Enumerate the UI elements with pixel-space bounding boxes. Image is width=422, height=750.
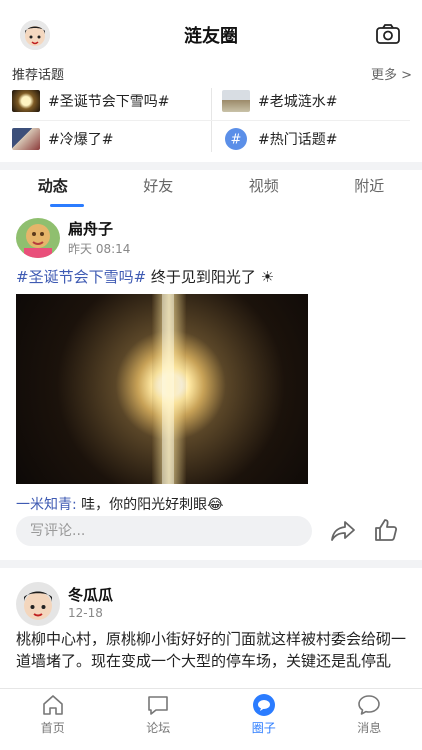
avatar-icon (16, 582, 60, 626)
circle-chat-icon (252, 694, 275, 716)
topics-row-divider (12, 120, 410, 121)
nav-label: 论坛 (146, 721, 171, 735)
tab-activity[interactable]: 动态 (0, 170, 106, 208)
bottom-nav: 首页 论坛 圈子 消息 (0, 688, 422, 750)
active-tab-indicator (50, 204, 84, 207)
nav-label: 消息 (357, 721, 382, 735)
topics-more-link[interactable]: 更多 > (371, 64, 412, 83)
post-author-name[interactable]: 冬瓜瓜 (68, 584, 113, 605)
nav-label: 圈子 (251, 721, 276, 735)
topic-thumbnail (222, 90, 250, 112)
camera-icon[interactable] (376, 24, 400, 44)
comment-author[interactable]: 一米知青: (16, 497, 77, 513)
post-author-avatar[interactable] (16, 582, 60, 626)
topics-heading: 推荐话题 (12, 68, 65, 83)
post-text: 终于见到阳光了 ☀ (146, 268, 275, 286)
post-topic-link[interactable]: #圣诞节会下雪吗# (16, 268, 146, 286)
tab-nearby[interactable]: 附近 (317, 170, 422, 208)
svg-text:#: # (231, 133, 242, 148)
nav-messages[interactable]: 消息 (317, 689, 422, 750)
app-header: 涟友圈 (0, 0, 422, 66)
share-icon[interactable] (330, 520, 356, 542)
nav-forum[interactable]: 论坛 (106, 689, 212, 750)
post-card: 扁舟子 昨天 08:14 #圣诞节会下雪吗# 终于见到阳光了 ☀ 一米知青: 哇… (0, 208, 422, 560)
post-author-avatar[interactable] (16, 218, 60, 258)
post-timestamp: 昨天 08:14 (68, 242, 131, 256)
topic-label: #冷爆了# (48, 132, 114, 148)
tab-friends[interactable]: 好友 (106, 170, 212, 208)
topic-item-hot[interactable]: # #热门话题# (222, 124, 337, 154)
forum-icon (148, 696, 169, 715)
feed-tabs: 动态 好友 视频 附近 (0, 170, 422, 208)
page-title: 涟友圈 (184, 26, 238, 47)
topic-item-cold[interactable]: #冷爆了# (12, 124, 113, 154)
nav-circle[interactable]: 圈子 (211, 689, 317, 750)
post-comment: 一米知青: 哇，你的阳光好刺眼😂 (16, 494, 224, 514)
recommended-topics: 推荐话题 更多 > #圣诞节会下雪吗# #老城涟水# #冷爆了# # #热门话题… (0, 58, 422, 162)
topic-thumbnail (12, 90, 40, 112)
topic-label: #老城涟水# (258, 94, 338, 110)
home-icon (42, 695, 63, 715)
topic-label: #圣诞节会下雪吗# (48, 94, 170, 110)
post-content: 桃柳中心村，原桃柳小街好好的门面就这样被村委会给砌一道墙堵了。现在变成一个大型的… (16, 630, 407, 670)
nav-home[interactable]: 首页 (0, 689, 106, 750)
topic-item-old-city[interactable]: #老城涟水# (222, 86, 337, 116)
topic-label: #热门话题# (258, 132, 338, 148)
thumbs-up-icon[interactable] (374, 518, 398, 542)
post-content: #圣诞节会下雪吗# 终于见到阳光了 ☀ (16, 266, 274, 287)
comment-text: 哇，你的阳光好刺眼😂 (76, 497, 224, 513)
tab-videos[interactable]: 视频 (211, 170, 317, 208)
avatar-icon (16, 218, 60, 258)
topic-thumbnail (12, 128, 40, 150)
post-photo[interactable] (16, 294, 308, 484)
topic-item-christmas-snow[interactable]: #圣诞节会下雪吗# (12, 86, 169, 116)
post-author-name[interactable]: 扁舟子 (68, 218, 113, 239)
hashtag-icon: # (225, 128, 247, 150)
light-beam-core (162, 294, 174, 484)
nav-label: 首页 (40, 721, 65, 735)
message-icon (358, 695, 381, 715)
post-timestamp: 12-18 (68, 606, 103, 620)
comment-input[interactable]: 写评论... (16, 516, 312, 546)
